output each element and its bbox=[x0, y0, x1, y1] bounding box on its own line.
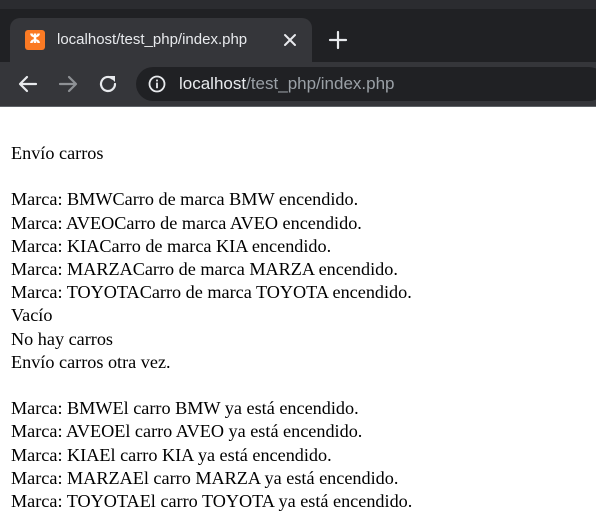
url-host: localhost bbox=[179, 74, 247, 93]
browser-window: ⵣ localhost/test_php/index.php localhost… bbox=[0, 0, 596, 528]
close-tab-button[interactable] bbox=[278, 28, 302, 52]
plus-icon bbox=[328, 30, 348, 50]
new-tab-button[interactable] bbox=[326, 28, 350, 52]
text-line: Marca: TOYOTACarro de marca TOYOTA encen… bbox=[11, 282, 412, 303]
forward-button[interactable] bbox=[56, 72, 80, 96]
url-text: localhost/test_php/index.php bbox=[179, 74, 395, 94]
text-line: Marca: TOYOTAEl carro TOYOTA ya está enc… bbox=[11, 491, 413, 512]
heading-envio-again: Envío carros otra vez. bbox=[11, 351, 171, 372]
text-line: Marca: BMWCarro de marca BMW encendido. bbox=[11, 189, 359, 210]
address-bar[interactable]: localhost/test_php/index.php bbox=[136, 67, 596, 101]
info-icon[interactable] bbox=[148, 75, 166, 93]
no-cars-text: No hay carros bbox=[11, 328, 114, 349]
heading-envio: Envío carros bbox=[11, 143, 104, 163]
reload-button[interactable] bbox=[96, 72, 120, 96]
tab-strip: ⵣ localhost/test_php/index.php bbox=[0, 0, 596, 62]
text-line: Marca: MARZAEl carro MARZA ya está encen… bbox=[11, 467, 399, 488]
text-line: Marca: AVEOCarro de marca AVEO encendido… bbox=[11, 212, 362, 233]
text-line: Marca: AVEOEl carro AVEO ya está encendi… bbox=[11, 421, 363, 442]
text-line: Marca: KIACarro de marca KIA encendido. bbox=[11, 235, 332, 256]
text-line: Marca: KIAEl carro KIA ya está encendido… bbox=[11, 444, 332, 465]
empty-text: Vacío bbox=[11, 305, 53, 326]
tab-active[interactable]: ⵣ localhost/test_php/index.php bbox=[10, 18, 312, 62]
text-line: Marca: BMWEl carro BMW ya está encendido… bbox=[11, 398, 359, 419]
window-top-edge bbox=[0, 0, 596, 9]
reload-icon bbox=[99, 75, 117, 93]
url-path: /test_php/index.php bbox=[246, 74, 395, 93]
close-icon bbox=[284, 34, 296, 46]
toolbar: localhost/test_php/index.php bbox=[0, 62, 596, 107]
page-content: Envío carros Marca: BMWCarro de marca BM… bbox=[11, 142, 591, 513]
xampp-icon: ⵣ bbox=[25, 30, 45, 50]
arrow-left-icon bbox=[18, 75, 38, 93]
toolbar-divider bbox=[0, 106, 596, 107]
tab-title: localhost/test_php/index.php bbox=[57, 31, 248, 48]
back-button[interactable] bbox=[16, 72, 40, 96]
arrow-right-icon bbox=[58, 75, 78, 93]
text-line: Marca: MARZACarro de marca MARZA encendi… bbox=[11, 259, 398, 279]
